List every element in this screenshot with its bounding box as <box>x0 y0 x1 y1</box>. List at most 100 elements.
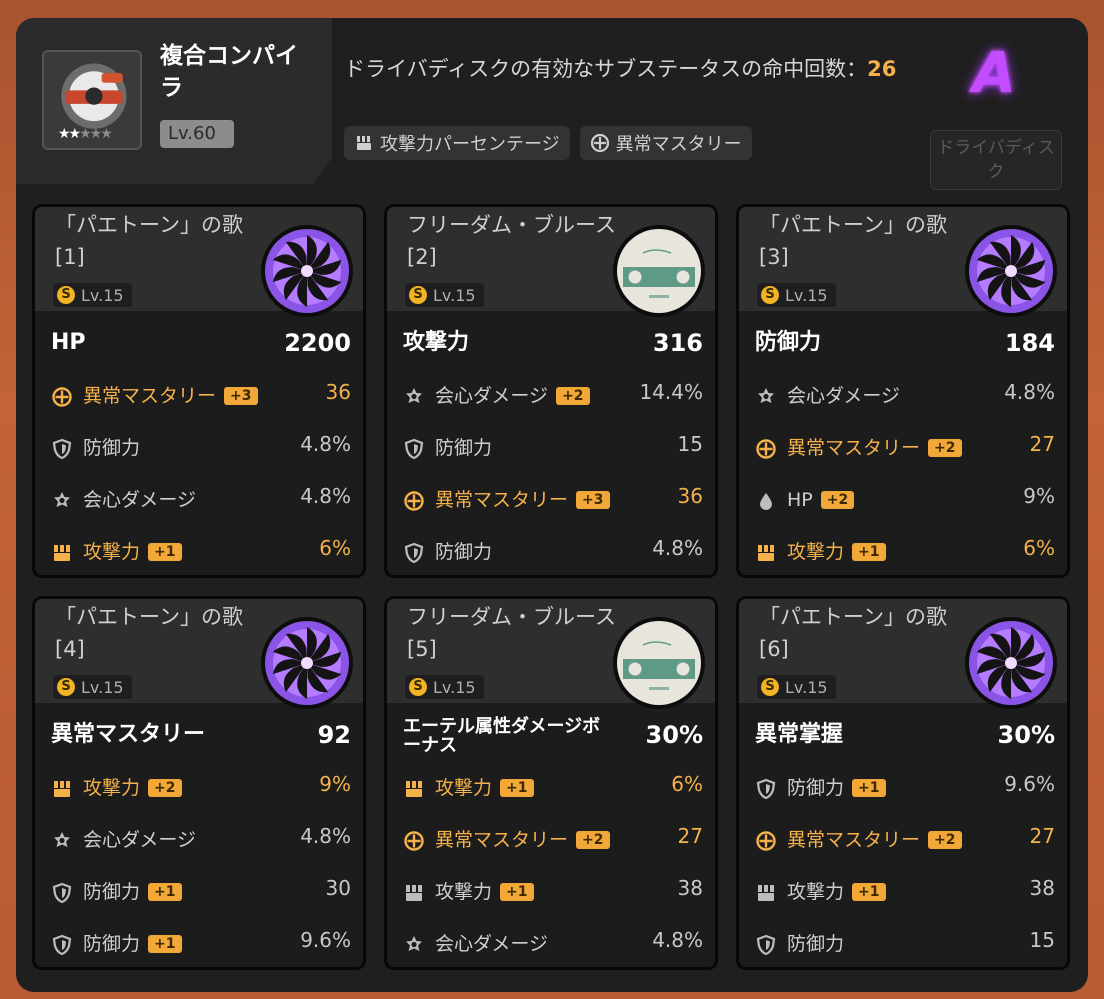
card-level: S Lv.15 <box>53 283 132 307</box>
mastery-icon <box>403 830 425 852</box>
coin-icon: S <box>57 286 75 304</box>
crit-icon <box>755 386 777 408</box>
sub-stat-label: 異常マスタリー +2 <box>787 823 962 857</box>
main-stat-value: 184 <box>1004 329 1055 357</box>
sub-stat-value: 27 <box>1029 432 1055 456</box>
roll-badge: +3 <box>576 491 610 509</box>
sub-stat-value: 36 <box>325 380 351 404</box>
drive-disc-button[interactable]: ドライバディスク <box>930 130 1062 190</box>
card-level-label: Lv.15 <box>433 677 476 697</box>
card-title: フリーダム・ブルース[2] <box>407 213 616 269</box>
sub-stat-label: 異常マスタリー +2 <box>787 431 962 465</box>
card-level: S Lv.15 <box>405 675 484 699</box>
mastery-icon <box>590 133 610 153</box>
summary-label: ドライバディスクの有効なサブステータスの命中回数： <box>344 57 868 81</box>
card-title: 「パエトーン」の歌[3] <box>759 213 947 269</box>
shield-icon <box>403 542 425 564</box>
sub-stat-row: 攻撃力 +1 38 <box>403 875 703 909</box>
sub-stat-row: 会心ダメージ 4.8% <box>51 483 351 517</box>
disc-card[interactable]: 「パエトーン」の歌[3] S Lv.15 防御力 184 会心ダメージ 4.8%… <box>736 204 1070 578</box>
disc-set-name: 複合コンパイラ <box>160 43 298 101</box>
fist-icon <box>755 882 777 904</box>
sub-stat-name: 防御力 <box>435 541 493 563</box>
roll-badge: +1 <box>148 935 182 953</box>
card-title: 「パエトーン」の歌[4] <box>55 605 243 661</box>
sub-stat-value: 27 <box>677 824 703 848</box>
sub-stat-label: 会心ダメージ <box>435 927 548 961</box>
sub-stat-row: 防御力 +1 9.6% <box>51 927 351 961</box>
card-title: 「パエトーン」の歌[6] <box>759 605 947 661</box>
fist-icon <box>403 778 425 800</box>
sub-stat-row: 攻撃力 +1 6% <box>755 535 1055 569</box>
sub-stat-row: 会心ダメージ 4.8% <box>51 823 351 857</box>
sub-stat-row: 攻撃力 +1 6% <box>403 771 703 805</box>
main-stat: 異常マスタリー 92 <box>51 715 351 755</box>
sub-stat-row: 攻撃力 +2 9% <box>51 771 351 805</box>
sub-stat-value: 6% <box>319 536 351 560</box>
disc-set-level: Lv.60 <box>160 120 234 148</box>
sub-stat-value: 36 <box>677 484 703 508</box>
phaethon-disc-icon <box>963 223 1059 319</box>
sub-stat-name: 会心ダメージ <box>787 385 901 407</box>
sub-stat-label: 会心ダメージ <box>83 823 196 857</box>
crit-icon <box>51 490 73 512</box>
card-level-label: Lv.15 <box>785 285 828 305</box>
roll-badge: +2 <box>148 779 182 797</box>
main-stat: 防御力 184 <box>755 323 1055 363</box>
sub-stat-row: 防御力 +1 9.6% <box>755 771 1055 805</box>
disc-card[interactable]: フリーダム・ブルース[5] S Lv.15 エーテル属性ダメージボーナス 30%… <box>384 596 718 970</box>
sub-stat-row: 異常マスタリー +2 27 <box>755 823 1055 857</box>
sub-stat-label: 異常マスタリー +3 <box>435 483 610 517</box>
sub-stat-label: 防御力 <box>435 535 492 569</box>
sub-stat-value: 4.8% <box>300 824 351 848</box>
shield-icon <box>51 934 73 956</box>
sub-stat-label: 会心ダメージ <box>787 379 900 413</box>
sub-stat-name: 異常マスタリー <box>787 437 921 459</box>
sub-stat-row: 攻撃力 +1 38 <box>755 875 1055 909</box>
shield-icon <box>403 438 425 460</box>
sub-stat-row: 防御力 15 <box>755 927 1055 961</box>
mastery-icon <box>51 386 73 408</box>
sub-stat-name: 攻撃力 <box>83 541 141 563</box>
sub-stat-row: 会心ダメージ 4.8% <box>755 379 1055 413</box>
main-stat: 異常掌握 30% <box>755 715 1055 755</box>
main-stat-name: 防御力 <box>755 330 822 355</box>
roll-badge: +2 <box>576 831 610 849</box>
coin-icon: S <box>409 678 427 696</box>
mastery-icon <box>755 830 777 852</box>
sub-stat-name: 防御力 <box>83 437 141 459</box>
sub-stat-row: 防御力 4.8% <box>51 431 351 465</box>
disc-card[interactable]: 「パエトーン」の歌[1] S Lv.15 HP 2200 異常マスタリー +3 3… <box>32 204 366 578</box>
sub-stat-row: 異常マスタリー +2 27 <box>403 823 703 857</box>
shield-icon <box>755 778 777 800</box>
mastery-icon <box>755 438 777 460</box>
sub-stat-value: 15 <box>677 432 703 456</box>
coin-icon: S <box>57 678 75 696</box>
sub-stat-value: 4.8% <box>652 928 703 952</box>
sub-stat-value: 38 <box>1029 876 1055 900</box>
chip-label: 異常マスタリー <box>615 134 742 155</box>
sub-stat-name: 防御力 <box>435 437 493 459</box>
card-level: S Lv.15 <box>757 675 836 699</box>
sub-stat-row: 異常マスタリー +3 36 <box>403 483 703 517</box>
sub-stat-value: 30 <box>325 876 351 900</box>
chip-label: 攻撃力パーセンテージ <box>380 134 560 155</box>
main-stat: HP 2200 <box>51 323 351 363</box>
main-stat-value: 30% <box>997 721 1055 749</box>
main-stat-name: 異常掌握 <box>755 722 844 747</box>
sub-stat-name: 会心ダメージ <box>83 829 197 851</box>
sub-stat-name: HP <box>787 489 813 511</box>
shield-icon <box>755 934 777 956</box>
sub-stat-value: 38 <box>677 876 703 900</box>
disc-card[interactable]: 「パエトーン」の歌[6] S Lv.15 異常掌握 30% 防御力 +1 9.6%… <box>736 596 1070 970</box>
sub-stat-row: 攻撃力 +1 6% <box>51 535 351 569</box>
card-level-label: Lv.15 <box>785 677 828 697</box>
sub-stat-value: 15 <box>1029 928 1055 952</box>
effective-hit-summary: ドライバディスクの有効なサブステータスの命中回数：26 <box>344 54 904 84</box>
sub-stat-label: 防御力 <box>435 431 492 465</box>
roll-badge: +1 <box>148 883 182 901</box>
freedom-disc-icon <box>611 615 707 711</box>
disc-card[interactable]: 「パエトーン」の歌[4] S Lv.15 異常マスタリー 92 攻撃力 +2 9%… <box>32 596 366 970</box>
main-stat-value: 92 <box>317 721 351 749</box>
disc-card[interactable]: フリーダム・ブルース[2] S Lv.15 攻撃力 316 会心ダメージ +2 1… <box>384 204 718 578</box>
